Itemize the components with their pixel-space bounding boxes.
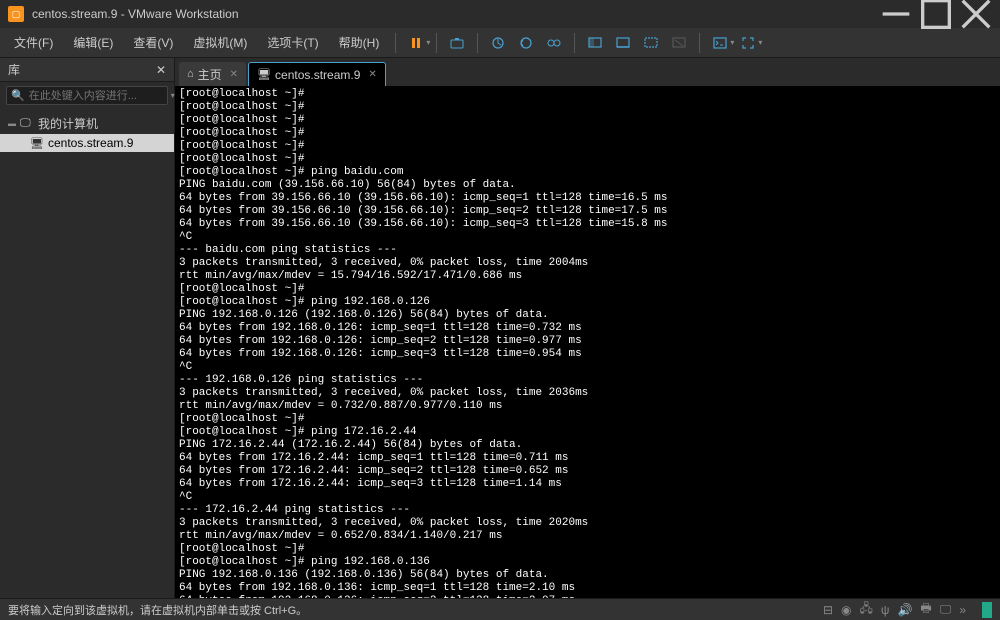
toolbar-separator xyxy=(436,33,437,53)
view-stretch-button[interactable] xyxy=(665,29,693,57)
menu-file[interactable]: 文件(F) xyxy=(4,28,63,58)
menubar: 文件(F) 编辑(E) 查看(V) 虚拟机(M) 选项卡(T) 帮助(H) ▾ … xyxy=(0,28,1000,58)
network-icon[interactable]: 🖧 xyxy=(860,599,873,620)
library-tree: ▬ 🖵 我的计算机 🖥 centos.stream.9 xyxy=(0,109,174,156)
computer-icon: 🖵 xyxy=(20,117,34,130)
power-dropdown-icon[interactable]: ▾ xyxy=(426,38,430,47)
statusbar: 要将输入定向到该虚拟机，请在虚拟机内部单击或按 Ctrl+G。 ⊟ ◉ 🖧 ψ … xyxy=(0,598,1000,620)
toolbar-separator xyxy=(395,33,396,53)
tab-strip: ⌂ 主页 ✕ 🖥 centos.stream.9 ✕ xyxy=(175,58,1000,86)
minimize-button[interactable] xyxy=(876,0,916,28)
snapshot-manager-button[interactable] xyxy=(540,29,568,57)
menu-tabs[interactable]: 选项卡(T) xyxy=(257,28,328,58)
collapse-icon[interactable]: ▬ xyxy=(8,119,20,128)
menu-edit[interactable]: 编辑(E) xyxy=(63,28,123,58)
close-button[interactable] xyxy=(956,0,996,28)
vm-icon: 🖥 xyxy=(30,137,44,150)
tab-label: centos.stream.9 xyxy=(275,68,360,82)
tab-close-button[interactable]: ✕ xyxy=(368,69,376,80)
statusbar-message: 要将输入定向到该虚拟机，请在虚拟机内部单击或按 Ctrl+G。 xyxy=(8,602,823,618)
view-console-button[interactable] xyxy=(581,29,609,57)
toolbar-separator xyxy=(574,33,575,53)
main-area: 库 ✕ 🔍 ▾ ▬ 🖵 我的计算机 🖥 centos.stream.9 ⌂ 主页 xyxy=(0,58,1000,598)
sidebar-title: 库 xyxy=(8,61,156,78)
vm-status-indicator xyxy=(982,602,992,618)
tab-vm-centos[interactable]: 🖥 centos.stream.9 ✕ xyxy=(248,62,386,86)
vm-icon: 🖥 xyxy=(257,68,271,81)
content-area: ⌂ 主页 ✕ 🖥 centos.stream.9 ✕ [root@localho… xyxy=(175,58,1000,598)
usb-icon[interactable]: ψ xyxy=(881,603,890,617)
printer-icon[interactable]: 🖶 xyxy=(920,599,931,620)
disk-icon[interactable]: ⊟ xyxy=(823,603,833,617)
sound-icon[interactable]: 🔊 xyxy=(897,603,912,617)
tab-label: 主页 xyxy=(198,66,222,83)
display-icon[interactable]: 🖵 xyxy=(940,602,952,617)
revert-snapshot-button[interactable] xyxy=(512,29,540,57)
tree-item-label: 我的计算机 xyxy=(38,115,98,132)
toolbar-separator xyxy=(699,33,700,53)
window-title: centos.stream.9 - VMware Workstation xyxy=(32,7,876,21)
tab-home[interactable]: ⌂ 主页 ✕ xyxy=(179,62,246,86)
titlebar: ▢ centos.stream.9 - VMware Workstation xyxy=(0,0,1000,28)
sidebar-search[interactable]: 🔍 ▾ xyxy=(6,86,168,105)
tree-my-computer[interactable]: ▬ 🖵 我的计算机 xyxy=(0,113,174,134)
sidebar-header: 库 ✕ xyxy=(0,58,174,82)
search-icon: 🔍 xyxy=(11,89,25,102)
menu-view[interactable]: 查看(V) xyxy=(123,28,183,58)
toolbar-separator xyxy=(477,33,478,53)
window-controls xyxy=(876,0,996,28)
cd-icon[interactable]: ◉ xyxy=(841,603,851,617)
home-icon: ⌂ xyxy=(187,68,194,80)
maximize-button[interactable] xyxy=(916,0,956,28)
more-icon[interactable]: » xyxy=(959,603,966,617)
vmware-app-icon: ▢ xyxy=(8,6,24,22)
tree-item-label: centos.stream.9 xyxy=(48,136,133,150)
view-fullscreen-button[interactable] xyxy=(637,29,665,57)
status-tray: ⊟ ◉ 🖧 ψ 🔊 🖶 🖵 » xyxy=(823,599,992,620)
snapshot-button[interactable] xyxy=(484,29,512,57)
tab-close-button[interactable]: ✕ xyxy=(230,69,238,80)
search-input[interactable] xyxy=(29,90,171,102)
tree-vm-centos[interactable]: 🖥 centos.stream.9 xyxy=(0,134,174,152)
menu-help[interactable]: 帮助(H) xyxy=(329,28,390,58)
library-sidebar: 库 ✕ 🔍 ▾ ▬ 🖵 我的计算机 🖥 centos.stream.9 xyxy=(0,58,175,598)
fullscreen-dropdown-icon[interactable]: ▾ xyxy=(758,38,762,47)
vm-console-terminal[interactable]: [root@localhost ~]# [root@localhost ~]# … xyxy=(175,86,1000,598)
send-ctrl-alt-del-button[interactable] xyxy=(443,29,471,57)
view-unity-button[interactable] xyxy=(609,29,637,57)
sidebar-close-button[interactable]: ✕ xyxy=(156,63,166,77)
menu-vm[interactable]: 虚拟机(M) xyxy=(183,28,257,58)
